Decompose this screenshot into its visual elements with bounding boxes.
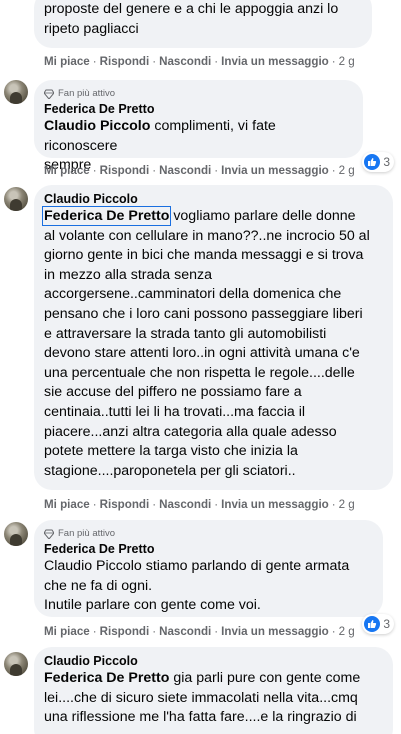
hide-link[interactable]: Nascondi xyxy=(159,498,211,511)
comment-line: lei....che di sicuro siete immacolati ne… xyxy=(44,689,358,706)
comment-actions: Mi piace · Rispondi · Nascondi · Invia un mess… xyxy=(44,625,355,638)
hide-link[interactable]: Nascondi xyxy=(159,625,211,638)
diamond-icon xyxy=(44,529,54,539)
comment-line: giorno gente in bici che manda messaggi … xyxy=(44,247,364,264)
comment-line: stiamo parlando di gente armata xyxy=(141,558,350,574)
mention-link[interactable]: Federica De Pretto xyxy=(44,670,169,686)
top-fan-badge: Fan più attivo xyxy=(44,527,373,540)
reaction-summary[interactable]: 3 xyxy=(362,614,394,634)
avatar[interactable] xyxy=(4,187,28,211)
timestamp[interactable]: 2 g xyxy=(339,625,355,638)
comment-line: al volante con cellulare in mano??..ne i… xyxy=(44,227,370,244)
mention-link[interactable]: Claudio Piccolo xyxy=(44,558,142,574)
comment-bubble: proposte del genere e a chi le appoggia … xyxy=(34,0,372,48)
top-fan-badge: Fan più attivo xyxy=(44,87,353,100)
avatar[interactable] xyxy=(4,80,28,104)
mention-link[interactable]: Claudio Piccolo xyxy=(44,118,150,134)
timestamp[interactable]: 2 g xyxy=(339,55,355,68)
reaction-count: 3 xyxy=(383,155,390,169)
diamond-icon xyxy=(44,89,54,99)
comment-bubble: Fan più attivo Federica De Pretto Claudi… xyxy=(34,80,363,173)
comment-author[interactable]: Claudio Piccolo xyxy=(44,654,383,669)
reply-link[interactable]: Rispondi xyxy=(100,498,150,511)
comment-text: Federica De Pretto vogliamo parlare dell… xyxy=(41,206,383,227)
hide-link[interactable]: Nascondi xyxy=(159,55,211,68)
send-message-link[interactable]: Invia un messaggio xyxy=(221,625,329,638)
comment-actions: Mi piace · Rispondi · Nascondi · Invia un mess… xyxy=(44,55,355,68)
comment-text: Claudio Piccolo stiamo parlando di gente… xyxy=(44,557,373,577)
reply-link[interactable]: Rispondi xyxy=(100,625,150,638)
comment-actions: Mi piace · Rispondi · Nascondi · Invia un mess… xyxy=(44,164,355,177)
send-message-link[interactable]: Invia un messaggio xyxy=(221,164,329,177)
comment-line: sie accuse del piffero ne possiamo fare … xyxy=(44,384,302,401)
timestamp[interactable]: 2 g xyxy=(339,164,355,177)
comment-line: gia parli pure con gente come xyxy=(169,670,361,686)
send-message-link[interactable]: Invia un messaggio xyxy=(221,55,329,68)
comment-line: una percentuale che non rispetta le rego… xyxy=(44,364,355,381)
reaction-count: 3 xyxy=(383,617,390,631)
comment-bubble: Claudio Piccolo Federica De Pretto gia p… xyxy=(34,647,393,734)
comment-author[interactable]: Claudio Piccolo xyxy=(44,192,383,207)
like-link[interactable]: Mi piace xyxy=(44,498,90,511)
like-link[interactable]: Mi piace xyxy=(44,55,90,68)
comment-line: Inutile parlare con gente come voi. xyxy=(44,597,261,614)
hide-link[interactable]: Nascondi xyxy=(159,164,211,177)
badge-label: Fan più attivo xyxy=(58,528,116,539)
like-link[interactable]: Mi piace xyxy=(44,164,90,177)
comment-line: pensano che i loro cani possono passeggi… xyxy=(44,305,363,322)
comment-line: centinaia..tutti lei li ha trovati...ma … xyxy=(44,403,306,420)
reaction-summary[interactable]: 3 xyxy=(362,152,394,172)
comment-actions: Mi piace · Rispondi · Nascondi · Invia un mess… xyxy=(44,498,355,511)
badge-label: Fan più attivo xyxy=(58,88,116,99)
mention-link[interactable]: Federica De Pretto xyxy=(41,206,172,226)
like-link[interactable]: Mi piace xyxy=(44,625,90,638)
avatar[interactable] xyxy=(4,652,28,676)
comment-line: ripeto pagliacci xyxy=(44,20,139,37)
like-reaction-icon xyxy=(364,154,381,170)
comment-line: in mezzo alla strada senza xyxy=(44,266,212,283)
comment-text: Claudio Piccolo complimenti, vi fate ric… xyxy=(44,117,353,156)
comment-line: stagione....paroponetela per gli sciator… xyxy=(44,462,296,479)
comment-line: proposte del genere e a chi le appoggia … xyxy=(44,1,339,17)
comment-line: devono stare attenti loro..in ogni attiv… xyxy=(44,345,360,362)
comment-line: potete mettere la targa visto che inizia… xyxy=(44,443,298,460)
like-reaction-icon xyxy=(364,616,381,632)
comment-line: che ne fa di ogni. xyxy=(44,577,153,594)
comment-line: accorgersene..camminatori della domenica… xyxy=(44,286,342,303)
timestamp[interactable]: 2 g xyxy=(339,498,355,511)
reply-link[interactable]: Rispondi xyxy=(100,164,150,177)
comment-author[interactable]: Federica De Pretto xyxy=(44,542,373,557)
comment-bubble: Claudio Piccolo Federica De Pretto vogli… xyxy=(34,185,393,490)
comment-author[interactable]: Federica De Pretto xyxy=(44,102,353,117)
reply-link[interactable]: Rispondi xyxy=(100,55,150,68)
comment-text: Federica De Pretto gia parli pure con ge… xyxy=(44,669,383,689)
avatar[interactable] xyxy=(4,522,28,546)
comment-bubble: Fan più attivo Federica De Pretto Claudi… xyxy=(34,520,383,617)
send-message-link[interactable]: Invia un messaggio xyxy=(221,498,329,511)
comment-line: vogliamo parlare delle donne xyxy=(169,208,356,224)
comment-line: e attraversare la strada tanto gli autom… xyxy=(44,325,327,342)
comment-line: una riflessione me l'ha fatta fare....e … xyxy=(44,709,357,726)
comment-line: piacere...anzi altra categoria alla qual… xyxy=(44,423,337,440)
